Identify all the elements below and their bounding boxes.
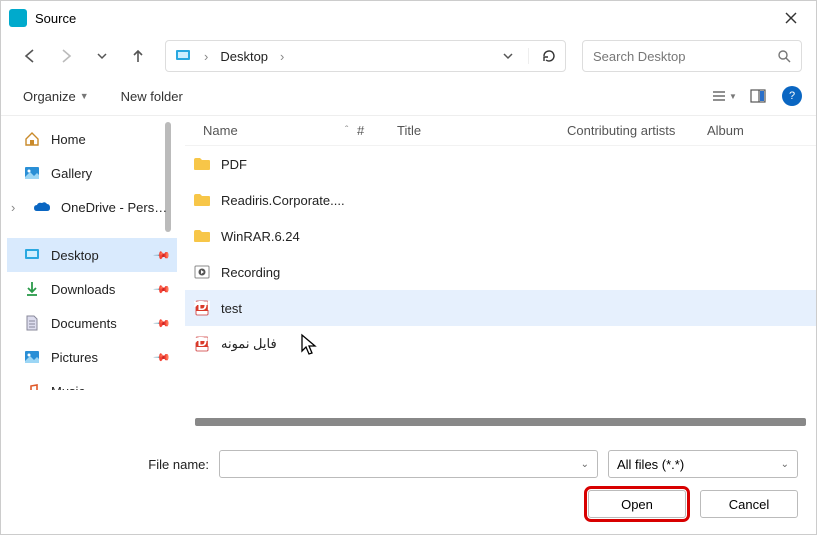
sidebar-item-pictures[interactable]: Pictures 📌	[7, 340, 177, 374]
pin-icon: 📌	[153, 246, 172, 265]
pin-icon: 📌	[153, 314, 172, 333]
sidebar-item-documents[interactable]: Documents 📌	[7, 306, 177, 340]
sidebar-label: Downloads	[51, 282, 115, 297]
sidebar-item-downloads[interactable]: Downloads 📌	[7, 272, 177, 306]
pdf-icon: PDF	[193, 299, 211, 317]
sidebar-label: Pictures	[51, 350, 98, 365]
file-rows: PDF Readiris.Corporate.... WinRAR.6.24 Reco…	[185, 146, 816, 412]
file-row[interactable]: WinRAR.6.24	[185, 218, 816, 254]
file-name: Readiris.Corporate....	[221, 193, 345, 208]
file-row[interactable]: PDF test	[185, 290, 816, 326]
breadcrumb[interactable]: Desktop	[220, 49, 268, 64]
new-folder-button[interactable]: New folder	[113, 85, 191, 108]
col-contributing[interactable]: Contributing artists	[567, 123, 707, 138]
folder-icon	[193, 191, 211, 209]
file-row[interactable]: PDF فایل نمونه	[185, 326, 816, 362]
close-button[interactable]	[774, 1, 808, 35]
pin-icon: 📌	[153, 280, 172, 299]
svg-text:PDF: PDF	[194, 336, 210, 349]
back-button[interactable]	[15, 41, 45, 71]
sidebar-item-onedrive[interactable]: › OneDrive - Pers…	[7, 190, 177, 224]
chevron-right-icon: ›	[11, 200, 23, 215]
open-button[interactable]: Open	[588, 490, 686, 518]
music-icon	[23, 382, 41, 390]
sort-indicator: ˆ	[345, 125, 355, 136]
recent-dropdown[interactable]	[87, 41, 117, 71]
file-name: Recording	[221, 265, 280, 280]
filename-label: File name:	[19, 457, 209, 472]
organize-menu[interactable]: Organize ▼	[15, 85, 97, 108]
search-placeholder: Search Desktop	[593, 49, 777, 64]
file-name: فایل نمونه	[221, 336, 277, 352]
col-album[interactable]: Album	[707, 123, 787, 138]
file-list-pane: Name ˆ # Title Contributing artists Albu…	[177, 116, 816, 436]
horizontal-scrollbar[interactable]	[195, 418, 806, 426]
open-file-dialog: Source › Desktop › Search Desktop Organi…	[0, 0, 817, 535]
gallery-icon	[23, 164, 41, 182]
col-title[interactable]: Title	[397, 123, 567, 138]
chevron-down-icon[interactable]: ⌄	[581, 459, 589, 470]
sidebar-label: Desktop	[51, 248, 99, 263]
search-input[interactable]: Search Desktop	[582, 40, 802, 72]
preview-pane-button[interactable]	[744, 82, 772, 110]
video-icon	[193, 263, 211, 281]
filter-label: All files (*.*)	[617, 457, 781, 472]
downloads-icon	[23, 280, 41, 298]
address-dropdown[interactable]	[502, 50, 514, 62]
sidebar-label: Home	[51, 132, 86, 147]
window-title: Source	[35, 11, 76, 26]
folder-icon	[193, 155, 211, 173]
folder-icon	[193, 227, 211, 245]
column-headers: Name ˆ # Title Contributing artists Albu…	[185, 116, 816, 146]
main-area: Home Gallery › OneDrive - Pers… Desktop …	[1, 115, 816, 436]
address-bar[interactable]: › Desktop ›	[165, 40, 566, 72]
app-icon	[9, 9, 27, 27]
dialog-footer: File name: ⌄ All files (*.*) ⌄ Open Canc…	[1, 436, 816, 534]
up-button[interactable]	[123, 41, 153, 71]
sidebar-label: Gallery	[51, 166, 92, 181]
file-name: PDF	[221, 157, 247, 172]
desktop-icon	[174, 47, 192, 65]
cancel-button[interactable]: Cancel	[700, 490, 798, 518]
nav-toolbar: › Desktop › Search Desktop	[1, 35, 816, 77]
pdf-icon: PDF	[193, 335, 211, 353]
file-row[interactable]: Recording	[185, 254, 816, 290]
command-toolbar: Organize ▼ New folder ▼ ?	[1, 77, 816, 115]
sidebar-label: Music	[51, 384, 85, 391]
sidebar-label: Documents	[51, 316, 117, 331]
sidebar-label: OneDrive - Pers…	[61, 200, 167, 215]
search-icon	[777, 49, 791, 63]
sidebar-item-desktop[interactable]: Desktop 📌	[7, 238, 177, 272]
chevron-down-icon: ▼	[80, 91, 89, 101]
sidebar-item-gallery[interactable]: Gallery	[7, 156, 177, 190]
chevron-down-icon: ⌄	[781, 459, 789, 470]
col-name[interactable]: Name	[185, 123, 345, 138]
desktop-icon	[23, 246, 41, 264]
onedrive-icon	[33, 198, 51, 216]
sidebar-item-home[interactable]: Home	[7, 122, 177, 156]
sidebar-item-music[interactable]: Music	[7, 374, 177, 390]
documents-icon	[23, 314, 41, 332]
breadcrumb-separator: ›	[278, 49, 286, 64]
file-filter-dropdown[interactable]: All files (*.*) ⌄	[608, 450, 798, 478]
file-row[interactable]: PDF	[185, 146, 816, 182]
svg-text:PDF: PDF	[194, 300, 210, 313]
help-button[interactable]: ?	[782, 86, 802, 106]
file-name: test	[221, 301, 242, 316]
col-number[interactable]: #	[357, 123, 397, 138]
file-name: WinRAR.6.24	[221, 229, 300, 244]
breadcrumb-separator: ›	[202, 49, 210, 64]
titlebar: Source	[1, 1, 816, 35]
pictures-icon	[23, 348, 41, 366]
forward-button[interactable]	[51, 41, 81, 71]
view-mode-button[interactable]: ▼	[710, 82, 738, 110]
file-row[interactable]: Readiris.Corporate....	[185, 182, 816, 218]
refresh-button[interactable]	[528, 48, 557, 64]
home-icon	[23, 130, 41, 148]
nav-sidebar: Home Gallery › OneDrive - Pers… Desktop …	[1, 116, 177, 436]
pin-icon: 📌	[153, 348, 172, 367]
filename-input[interactable]: ⌄	[219, 450, 598, 478]
